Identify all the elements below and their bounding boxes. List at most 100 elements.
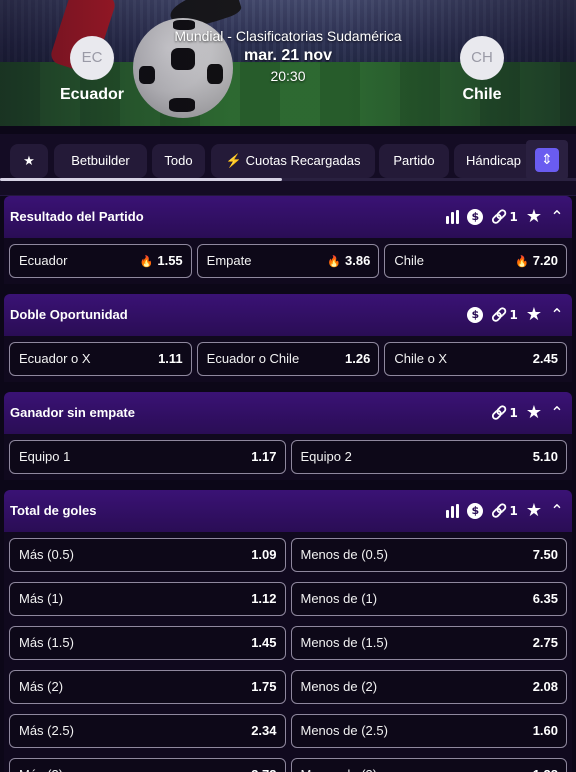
- link-icon[interactable]: 🔗: [491, 406, 507, 421]
- odds-value: 1.09: [251, 547, 277, 562]
- selection-label: Ecuador: [19, 253, 68, 268]
- stats-icon[interactable]: [446, 210, 460, 224]
- selection-odds: 1.12: [251, 583, 276, 615]
- selection-label: Menos de (3): [301, 759, 378, 772]
- odds-button[interactable]: Menos de (0.5) 7.50: [290, 538, 567, 572]
- market-header[interactable]: Resultado del Partido $ 🔗 1 ★ ⌃: [4, 196, 572, 238]
- tab-todo[interactable]: Todo: [152, 144, 205, 178]
- selection-odds: 1.28: [533, 759, 558, 772]
- chevron-up-icon[interactable]: ⌃: [550, 498, 564, 524]
- selection-odds: 2.34: [251, 715, 276, 747]
- star-icon: ★: [23, 153, 35, 168]
- market-selections: Equipo 1 1.17 Equipo 2 5.10: [4, 434, 572, 480]
- cashout-icon[interactable]: $: [467, 307, 484, 323]
- odds-button[interactable]: Equipo 1 1.17: [9, 440, 286, 474]
- market-header-actions: $ 🔗 1 ★ ⌃: [467, 305, 564, 325]
- away-team-name: Chile: [462, 86, 502, 103]
- odds-value: 1.11: [158, 351, 183, 366]
- odds-value: 1.26: [345, 351, 371, 366]
- odds-button[interactable]: Empate 🔥 3.86: [196, 244, 380, 278]
- market-selections: Ecuador 🔥 1.55 Empate 🔥 3.86 Chile 🔥 7.20: [4, 238, 572, 284]
- tab-cuotas-recargadas[interactable]: ⚡ Cuotas Recargadas: [211, 144, 375, 178]
- chevron-up-icon[interactable]: ⌃: [550, 400, 564, 426]
- cashout-icon[interactable]: $: [467, 503, 484, 519]
- home-team-name: Ecuador: [59, 86, 124, 103]
- link-icon[interactable]: 🔗: [491, 504, 507, 519]
- tab-handicap[interactable]: Hándicap: [454, 144, 534, 178]
- odds-button[interactable]: Menos de (1) 6.35: [290, 582, 567, 616]
- selection-odds: 2.45: [533, 343, 558, 375]
- selection-label: Más (2): [19, 679, 64, 694]
- odds-value: 2.08: [532, 679, 558, 694]
- odds-value: 7.20: [532, 253, 559, 268]
- market-header[interactable]: Total de goles $ 🔗 1 ★ ⌃: [4, 490, 572, 532]
- selection-label: Más (1): [19, 591, 64, 606]
- selection-row: Ecuador 🔥 1.55 Empate 🔥 3.86 Chile 🔥 7.20: [9, 244, 568, 278]
- favorite-star-icon[interactable]: ★: [526, 207, 542, 227]
- selection-label: Menos de (2): [300, 679, 378, 694]
- selection-odds: 3.72: [251, 759, 276, 772]
- market-header[interactable]: Ganador sin empate 🔗 1 ★ ⌃: [4, 392, 572, 434]
- odds-button[interactable]: Chile o X 2.45: [384, 342, 568, 376]
- odds-value: 5.10: [532, 449, 558, 464]
- chevron-up-icon[interactable]: ⌃: [550, 204, 564, 230]
- favorite-star-icon[interactable]: ★: [526, 501, 542, 521]
- odds-button[interactable]: Menos de (1.5) 2.75: [290, 626, 567, 660]
- selection-odds: 2.75: [533, 627, 558, 659]
- selection-label: Más (2.5): [19, 723, 74, 738]
- link-icon[interactable]: 🔗: [491, 210, 507, 225]
- link-icon[interactable]: 🔗: [491, 308, 507, 323]
- selection-label: Equipo 2: [300, 449, 352, 464]
- boost-flame-icon: 🔥: [139, 256, 154, 268]
- collapse-all-button[interactable]: ⇕: [526, 140, 568, 180]
- odds-button[interactable]: Menos de (2.5) 1.60: [290, 714, 567, 748]
- selection-odds: 1.60: [533, 715, 558, 747]
- market-header[interactable]: Doble Oportunidad $ 🔗 1 ★ ⌃: [4, 294, 572, 336]
- odds-value: 7.50: [532, 547, 558, 562]
- cashout-icon[interactable]: $: [467, 209, 484, 225]
- tab-betbuilder[interactable]: Betbuilder: [54, 144, 147, 178]
- odds-button[interactable]: Menos de (3) 1.28: [290, 758, 567, 772]
- odds-button[interactable]: Chile 🔥 7.20: [384, 244, 568, 278]
- favorite-star-icon[interactable]: ★: [526, 403, 542, 423]
- tabs-scroll-indicator[interactable]: [0, 178, 282, 181]
- chevron-up-icon[interactable]: ⌃: [550, 302, 564, 328]
- odds-button[interactable]: Más (1.5) 1.45: [9, 626, 286, 660]
- odds-value: 3.72: [251, 767, 276, 772]
- odds-button[interactable]: Menos de (2) 2.08: [290, 670, 567, 704]
- selection-odds: 1.09: [251, 539, 276, 571]
- selection-label: Menos de (0.5): [300, 547, 388, 562]
- boost-flame-icon: 🔥: [327, 256, 342, 268]
- odds-value: 3.86: [345, 253, 371, 268]
- selection-label: Menos de (1.5): [300, 635, 388, 650]
- tab-favorites[interactable]: ★: [10, 144, 48, 178]
- selection-odds: 7.50: [533, 539, 558, 571]
- market-2: Ganador sin empate 🔗 1 ★ ⌃ Equipo 1 1.17 Equipo…: [4, 392, 572, 480]
- odds-button[interactable]: Más (2.5) 2.34: [9, 714, 286, 748]
- odds-button[interactable]: Más (1) 1.12: [9, 582, 286, 616]
- selection-label: Equipo 1: [19, 449, 71, 464]
- link-count: 1: [509, 308, 518, 322]
- selection-odds: 2.08: [533, 671, 558, 703]
- favorite-star-icon[interactable]: ★: [526, 305, 542, 325]
- link-count: 1: [509, 406, 518, 420]
- odds-button[interactable]: Más (3) 3.72: [9, 758, 286, 772]
- odds-button[interactable]: Ecuador o Chile 1.26: [196, 342, 380, 376]
- away-team[interactable]: CH Chile: [422, 36, 542, 104]
- selection-label: Chile: [394, 253, 424, 268]
- boost-flame-icon: 🔥: [515, 256, 529, 268]
- odds-value: 1.17: [251, 449, 277, 464]
- odds-button[interactable]: Más (0.5) 1.09: [9, 538, 286, 572]
- market-selections: Ecuador o X 1.11 Ecuador o Chile 1.26 Chile …: [4, 336, 572, 382]
- selection-label: Más (3): [19, 759, 63, 772]
- odds-button[interactable]: Ecuador 🔥 1.55: [9, 244, 192, 278]
- tab-partido[interactable]: Partido: [379, 144, 449, 178]
- selection-row: Más (2) 1.75 Menos de (2) 2.08: [9, 670, 567, 704]
- odds-button[interactable]: Más (2) 1.75: [9, 670, 286, 704]
- selection-label: Ecuador o X: [19, 351, 91, 366]
- odds-value: 1.75: [251, 679, 277, 694]
- odds-button[interactable]: Equipo 2 5.10: [290, 440, 567, 474]
- stats-icon[interactable]: [446, 504, 460, 518]
- odds-button[interactable]: Ecuador o X 1.11: [9, 342, 192, 376]
- selection-row: Ecuador o X 1.11 Ecuador o Chile 1.26 Chile …: [9, 342, 568, 376]
